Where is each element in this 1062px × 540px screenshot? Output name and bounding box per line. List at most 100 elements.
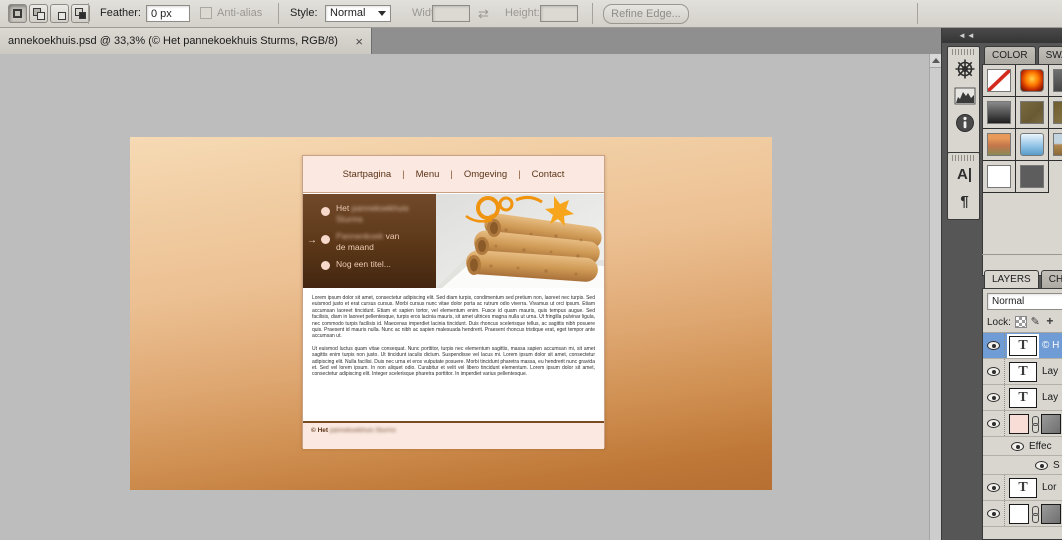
panel-resize-handle[interactable] [982,254,1062,255]
tab-color[interactable]: COLOR [984,46,1036,64]
bullet-icon [321,261,330,270]
icon-panel-strip-2: A| ¶ [947,152,980,220]
collapse-to-icons-icon[interactable]: ◄◄ [958,31,976,40]
scroll-up-arrow[interactable] [930,54,941,68]
style-swatch-blue-glass[interactable] [1016,129,1049,161]
eye-icon [987,419,1000,428]
panel-dock: ◄◄ [941,28,1062,540]
sidebar-item-2[interactable]: Pannenkoek vande maand [336,231,399,252]
document-tab[interactable]: annekoekhuis.psd @ 33,3% (© Het pannekoe… [0,28,372,54]
eye-icon[interactable] [1035,461,1048,470]
visibility-toggle[interactable] [983,475,1005,500]
layer-name[interactable]: Lay [1042,392,1058,403]
layer-name[interactable]: Lay [1042,366,1058,377]
feather-input[interactable] [146,5,190,22]
style-swatch-no-style[interactable] [983,65,1016,97]
visibility-toggle[interactable] [983,411,1005,436]
footer-blurred-text: pannekoekhuis Sturms [330,427,396,434]
styles-panel [982,64,1062,276]
vertical-scrollbar[interactable] [929,54,941,540]
layer-row-fill-pink[interactable] [983,411,1062,437]
dark-gray-style-thumbnail [1053,69,1062,92]
paragraph-icon: ¶ [960,193,968,210]
sidebar-item-3[interactable]: Nog een titel... [336,259,391,270]
icon-panel-strip-1 [947,46,980,168]
antialias-checkbox[interactable] [200,7,212,19]
collapse-panels-bar[interactable]: ◄◄ [942,28,1062,43]
layer-name[interactable]: © H [1042,340,1059,351]
pancake-photo [436,194,604,288]
text-layer-thumbnail[interactable]: T [1009,388,1037,408]
eye-icon [987,509,1000,518]
text-layer-thumbnail[interactable]: T [1009,478,1037,498]
layer-row-copyright-text[interactable]: T © H [983,333,1062,359]
paragraph-panel-button[interactable]: ¶ [948,188,981,215]
sunset-style-thumbnail [987,133,1011,156]
character-panel-button[interactable]: A| [948,161,981,188]
visibility-toggle[interactable] [983,501,1005,526]
lock-position-icon[interactable]: + [1046,316,1058,328]
style-swatch-sunset[interactable] [983,129,1016,161]
landscape-style-thumbnail [1053,133,1062,156]
width-input[interactable] [432,5,470,22]
nav-item-omgeving[interactable]: Omgeving [464,169,507,180]
tab-swatches[interactable]: SWAT [1038,46,1062,64]
text-layer-thumbnail[interactable]: T [1009,362,1037,382]
no-style-style-thumbnail [987,69,1011,92]
layer-effect-item-row[interactable]: S [983,456,1062,475]
lock-transparency-icon[interactable] [1015,316,1027,328]
subtract-from-selection-button[interactable] [50,4,69,23]
height-input[interactable] [540,5,578,22]
website-nav: Startpagina | Menu | Omgeving | Contact [303,156,604,193]
tab-channels[interactable]: CHAN [1041,270,1062,288]
close-icon[interactable]: × [355,35,363,48]
eye-icon [987,367,1000,376]
brown-texture-style-thumbnail [1020,101,1044,124]
blend-mode-dropdown[interactable]: Normal [987,293,1062,310]
style-swatch-dark-gray[interactable] [1049,65,1062,97]
style-swatch-white[interactable] [983,161,1016,193]
text-layer-thumbnail[interactable]: T [1009,336,1037,356]
style-swatch-gray-gradient[interactable] [983,97,1016,129]
nav-item-contact[interactable]: Contact [532,169,565,180]
nav-item-menu[interactable]: Menu [416,169,440,180]
navigator-panel-button[interactable] [948,55,981,82]
visibility-toggle[interactable] [983,359,1005,384]
style-swatch-brown-texture[interactable] [1016,97,1049,129]
add-to-selection-button[interactable] [29,4,48,23]
refine-edge-button[interactable]: Refine Edge... [603,4,689,24]
lock-pixels-icon[interactable]: ✎ [1031,316,1043,328]
layer-name[interactable]: Lor [1042,482,1056,493]
layer-row-lorem-text[interactable]: T Lor [983,475,1062,501]
fill-layer-thumbnail[interactable] [1009,414,1029,434]
style-swatch-charcoal[interactable] [1016,161,1049,193]
eye-icon[interactable] [1011,442,1024,451]
layer-effects-row[interactable]: Effec [983,437,1062,456]
style-dropdown[interactable]: Normal [325,5,391,22]
layer-row-text[interactable]: T Lay [983,359,1062,385]
effects-label[interactable]: Effec [1029,441,1052,452]
visibility-toggle[interactable] [983,385,1005,410]
layer-mask-thumbnail[interactable] [1041,414,1061,434]
nav-item-startpagina[interactable]: Startpagina [343,169,392,180]
info-panel-button[interactable] [948,109,981,136]
photoshop-window: Feather: Anti-alias Style: Normal Width:… [0,0,1062,540]
style-swatch-orange-glow[interactable] [1016,65,1049,97]
layer-row-text[interactable]: T Lay [983,385,1062,411]
style-swatch-landscape[interactable] [1049,129,1062,161]
sidebar-item-1[interactable]: Het pannekoekhuisSturms [336,203,409,224]
style-swatch-olive-texture[interactable] [1049,97,1062,129]
new-selection-button[interactable] [8,4,27,23]
orange-glow-style-thumbnail [1020,69,1044,92]
psd-canvas[interactable]: Startpagina | Menu | Omgeving | Contact … [130,137,772,490]
visibility-toggle[interactable] [983,333,1005,358]
lorem-paragraph-1: Lorem ipsum dolor sit amet, consectetur … [312,295,595,340]
effect-item-label[interactable]: S [1053,460,1060,471]
tab-layers[interactable]: LAYERS [984,270,1039,288]
nav-separator: | [402,169,404,180]
layer-mask-thumbnail[interactable] [1041,504,1061,524]
layer-row-fill-white[interactable] [983,501,1062,527]
swap-dimensions-icon[interactable]: ⇄ [478,6,489,22]
fill-layer-thumbnail[interactable] [1009,504,1029,524]
histogram-panel-button[interactable] [948,82,981,109]
